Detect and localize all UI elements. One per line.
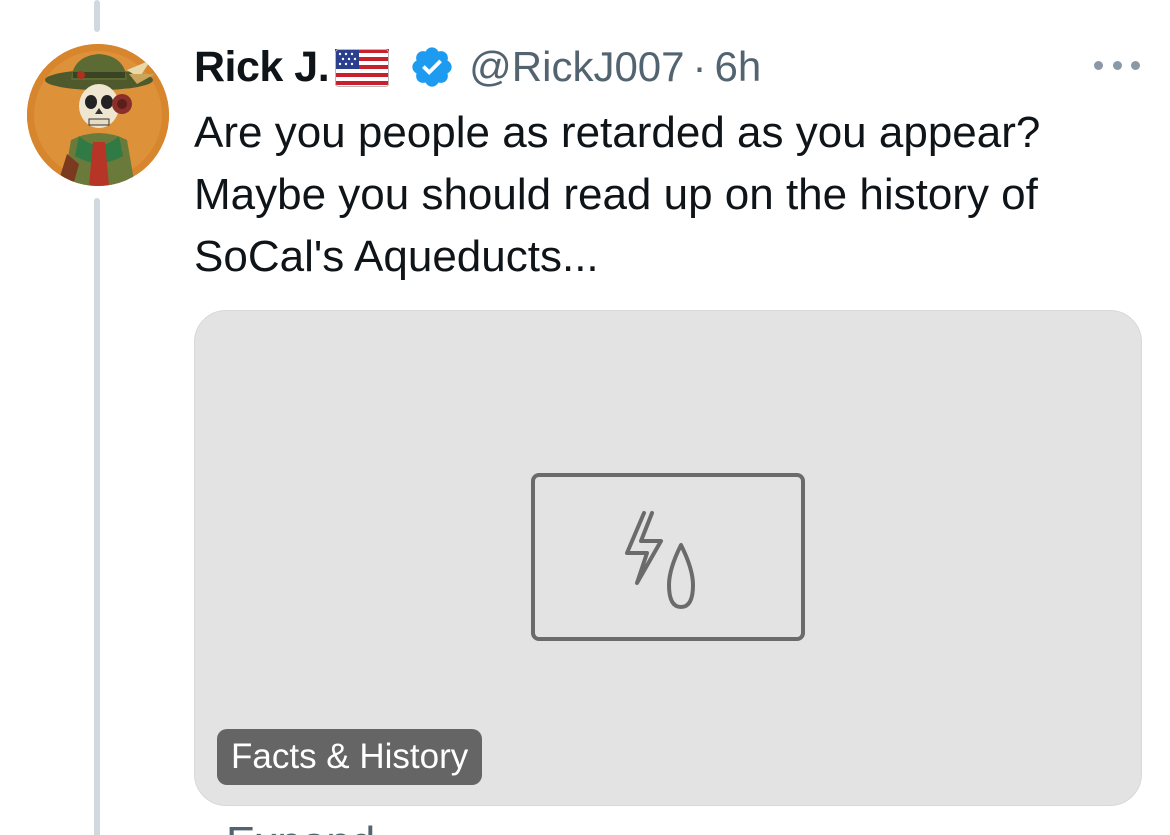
user-handle[interactable]: @RickJ007 [469,43,684,91]
avatar[interactable] [27,44,169,186]
verified-badge-icon[interactable] [409,44,455,90]
cutoff-text-label: Expand [226,818,375,835]
card-category-badge: Facts & History [217,729,483,785]
link-card[interactable]: Facts & History [194,310,1142,806]
separator-dot: · [692,43,707,90]
tweet-header: Rick J. @RickJ007 · 6h [194,38,761,96]
cutoff-text: Expand [226,818,426,835]
more-dot [1131,60,1140,70]
timestamp[interactable]: 6h [715,43,762,91]
tweet-container: Rick J. @RickJ007 · 6h Are you people as… [0,0,1170,835]
more-dot [1094,60,1103,70]
thread-line-top [94,0,100,32]
tweet-text-line: Are you people as retarded as you appear… [194,108,1041,157]
tweet-text-line: Maybe you should read up on the history … [194,170,1038,219]
tweet-text-line: SoCal's Aqueducts... [194,232,599,281]
display-name[interactable]: Rick J. [194,43,330,92]
more-options-icon[interactable] [1094,50,1140,80]
more-dot [1112,60,1122,70]
thread-line-bottom [94,198,100,835]
lightning-water-drop-icon [531,473,805,641]
us-flag-icon [335,49,390,87]
avatar-illustration [27,44,169,186]
tweet-text: Are you people as retarded as you appear… [194,102,1154,288]
